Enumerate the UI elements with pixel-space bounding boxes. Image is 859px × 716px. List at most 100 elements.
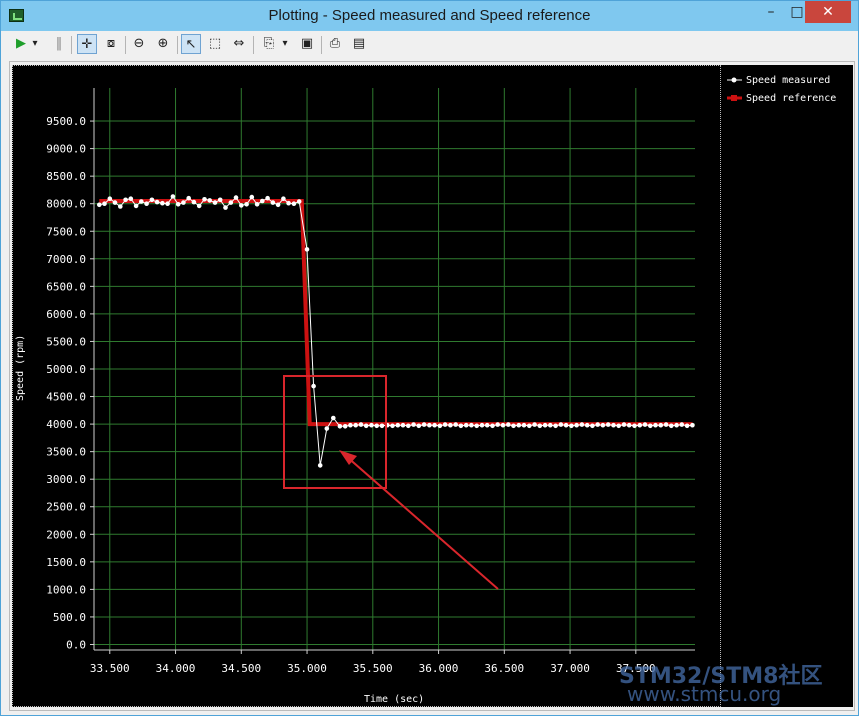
- speed-measured-point: [616, 423, 621, 429]
- y-tick-label: 3500.0: [46, 446, 86, 459]
- legend-measured-label: Speed measured: [746, 75, 830, 86]
- speed-measured-point: [379, 423, 385, 429]
- speed-measured-point: [175, 202, 181, 207]
- speed-measured-point: [123, 197, 128, 203]
- speed-measured-point: [579, 422, 585, 427]
- speed-measured-point: [270, 200, 276, 205]
- speed-measured-point: [342, 424, 348, 429]
- speed-measured-point: [469, 422, 474, 428]
- speed-measured-point: [500, 422, 506, 428]
- speed-measured-point: [584, 422, 590, 428]
- speed-measured-point: [133, 203, 139, 209]
- y-tick-label: 2000.0: [46, 528, 86, 541]
- speed-measured-point: [291, 201, 297, 206]
- speed-measured-point: [406, 423, 411, 429]
- legend-reference-label: Speed reference: [746, 93, 836, 104]
- x-tick-label: 36.000: [419, 662, 459, 675]
- speed-measured-point: [553, 423, 558, 429]
- y-tick-label: 8000.0: [46, 198, 86, 211]
- speed-measured-point: [669, 423, 674, 429]
- speed-measured-point: [484, 422, 490, 428]
- x-axis-label: Time (sec): [364, 694, 424, 705]
- speed-measured-point: [154, 199, 160, 205]
- speed-measured-point: [516, 422, 522, 428]
- speed-measured-point: [249, 194, 255, 200]
- speed-measured-point: [191, 199, 197, 205]
- speed-measured-point: [558, 422, 564, 427]
- speed-measured-point: [331, 415, 336, 421]
- speed-measured-point: [605, 422, 611, 427]
- y-tick-label: 0.0: [66, 638, 86, 651]
- speed-measured-point: [212, 200, 218, 205]
- speed-measured-point: [149, 197, 155, 203]
- speed-measured-point: [181, 200, 186, 205]
- y-tick-label: 7000.0: [46, 253, 86, 266]
- speed-measured-point: [684, 423, 690, 429]
- speed-measured-point: [112, 200, 118, 205]
- legend: Speed measured Speed reference: [727, 75, 836, 104]
- x-tick-label: 35.000: [287, 662, 327, 675]
- speed-measured-point: [337, 424, 343, 429]
- speed-measured-point: [453, 422, 459, 427]
- speed-measured-point: [363, 423, 369, 429]
- speed-measured-point: [442, 422, 448, 427]
- speed-measured-point: [311, 383, 316, 389]
- speed-measured-point: [353, 422, 359, 428]
- speed-measured-point: [207, 198, 212, 203]
- speed-measured-point: [144, 201, 149, 206]
- x-tick-label: 34.500: [221, 662, 261, 675]
- speed-measured-point: [474, 423, 480, 429]
- y-axis-label: Speed (rpm): [15, 335, 26, 401]
- speed-measured-point: [296, 199, 302, 204]
- speed-measured-point: [239, 203, 244, 208]
- speed-measured-point: [463, 422, 469, 428]
- legend-measured-marker: [731, 77, 737, 83]
- speed-measured-point: [400, 422, 406, 428]
- speed-measured-point: [395, 422, 401, 428]
- speed-measured-point: [186, 195, 191, 201]
- plot-window: Plotting - Speed measured and Speed refe…: [0, 0, 859, 716]
- y-tick-label: 4500.0: [46, 391, 86, 404]
- speed-measured-point: [642, 422, 648, 427]
- y-tick-label: 1500.0: [46, 556, 86, 569]
- speed-measured-point: [637, 422, 643, 428]
- y-tick-labels: 0.0 500.0 1000.0 1500.0 2000.0 2500.0 3000.0 35…: [46, 115, 94, 651]
- speed-measured-point: [595, 422, 600, 427]
- speed-measured-point: [97, 202, 102, 208]
- speed-measured-point: [537, 423, 543, 429]
- speed-measured-point: [118, 204, 123, 209]
- speed-measured-point: [448, 422, 453, 428]
- speed-measured-point: [621, 422, 627, 427]
- watermark-url: www.stmcu.org: [627, 682, 782, 706]
- y-tick-label: 6500.0: [46, 280, 86, 293]
- speed-measured-point: [690, 422, 695, 428]
- speed-measured-point: [563, 422, 569, 428]
- speed-measured-point: [202, 197, 207, 202]
- speed-measured-point: [432, 422, 437, 428]
- speed-measured-point: [217, 197, 223, 203]
- speed-measured-point: [286, 200, 291, 206]
- speed-measured-point: [416, 423, 422, 429]
- speed-measured-point: [421, 422, 427, 427]
- speed-measured-point: [107, 196, 113, 201]
- speed-measured-point: [369, 422, 374, 428]
- speed-measured-point: [653, 422, 658, 428]
- speed-measured-point: [411, 422, 416, 427]
- speed-measured-point: [490, 423, 495, 429]
- speed-measured-point: [374, 423, 380, 429]
- speed-measured-point: [254, 202, 260, 207]
- y-tick-label: 500.0: [53, 611, 86, 624]
- speed-measured-point: [228, 200, 234, 205]
- speed-measured-point: [542, 422, 548, 428]
- speed-measured-point: [170, 194, 176, 199]
- y-tick-label: 7500.0: [46, 225, 86, 238]
- speed-measured-point: [600, 422, 606, 428]
- y-tick-label: 5000.0: [46, 363, 86, 376]
- speed-chart[interactable]: 0.0 500.0 1000.0 1500.0 2000.0 2500.0 3000.0 35…: [1, 1, 858, 715]
- speed-measured-point: [390, 423, 395, 429]
- speed-measured-point: [511, 423, 516, 429]
- y-tick-label: 1000.0: [46, 583, 86, 596]
- speed-measured-point: [632, 423, 637, 429]
- speed-measured-point: [626, 422, 632, 428]
- speed-measured-point: [317, 463, 323, 468]
